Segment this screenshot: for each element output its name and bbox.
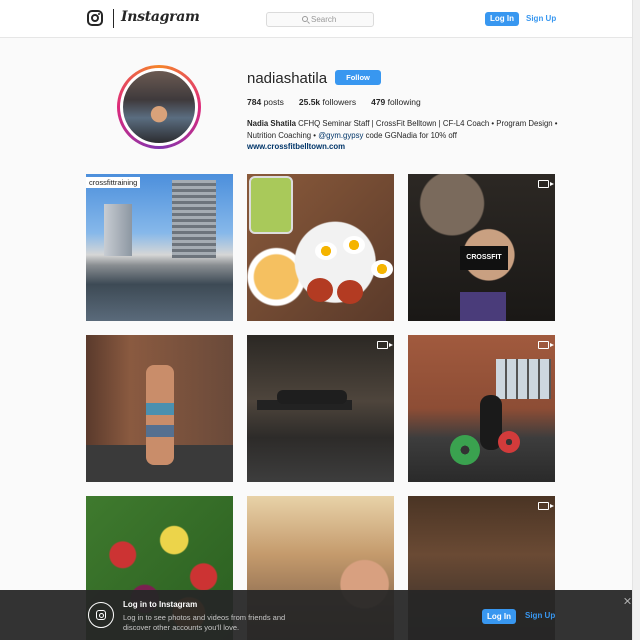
bio-mention-link[interactable]: @gym.gypsy bbox=[318, 131, 363, 140]
post-tile[interactable]: CROSSFIT bbox=[408, 174, 555, 321]
signup-link[interactable]: Sign Up bbox=[526, 13, 556, 25]
nav-divider bbox=[113, 9, 114, 28]
following-count: 479 bbox=[371, 97, 386, 107]
profile-bio: Nadia Shatila CFHQ Seminar Staff | Cross… bbox=[247, 118, 567, 141]
photo-detail bbox=[172, 180, 216, 258]
bio-name: Nadia Shatila bbox=[247, 119, 296, 128]
photo-detail bbox=[307, 278, 333, 302]
banner-signup-link[interactable]: Sign Up bbox=[525, 611, 555, 620]
profile-stats: 784 posts 25.5k followers 479 following bbox=[247, 97, 421, 107]
profile-website-link[interactable]: www.crossfitbelltown.com bbox=[247, 142, 345, 151]
photo-detail bbox=[496, 359, 551, 399]
login-button[interactable]: Log In bbox=[485, 12, 519, 26]
bio-text-2: code GGNadia for 10% off bbox=[363, 130, 457, 140]
post-tile[interactable] bbox=[247, 174, 394, 321]
banner-title: Log in to Instagram bbox=[123, 600, 198, 609]
profile-username: nadiashatila bbox=[247, 70, 328, 87]
photo-detail bbox=[249, 176, 293, 234]
search-icon bbox=[302, 16, 308, 22]
photo-detail bbox=[146, 365, 174, 465]
following-stat[interactable]: 479 following bbox=[371, 97, 421, 107]
followers-stat[interactable]: 25.5k followers bbox=[299, 97, 356, 107]
followers-label: followers bbox=[322, 97, 357, 107]
follow-button[interactable]: Follow bbox=[335, 70, 381, 85]
following-label: following bbox=[387, 97, 421, 107]
post-tile[interactable]: crossfittraining bbox=[86, 174, 233, 321]
instagram-wordmark[interactable]: Instagram bbox=[121, 9, 200, 25]
instagram-glyph-icon[interactable] bbox=[87, 10, 103, 26]
video-camera-icon bbox=[538, 502, 554, 510]
photo-detail bbox=[277, 390, 347, 404]
profile-avatar-ring[interactable] bbox=[117, 65, 201, 149]
close-icon[interactable] bbox=[624, 597, 632, 605]
photo-detail bbox=[337, 280, 363, 304]
instagram-circle-icon bbox=[88, 602, 114, 628]
post-tile[interactable] bbox=[408, 335, 555, 482]
photo-detail bbox=[498, 431, 520, 453]
video-camera-icon bbox=[538, 341, 554, 349]
posts-label: posts bbox=[263, 97, 284, 107]
page-scrollbar[interactable] bbox=[632, 0, 640, 640]
followers-count: 25.5k bbox=[298, 97, 321, 107]
post-tile[interactable] bbox=[86, 335, 233, 482]
banner-text: Log in to see photos and videos from fri… bbox=[123, 613, 286, 632]
photo-detail bbox=[460, 292, 506, 321]
search-placeholder: Search bbox=[311, 15, 337, 24]
photo-detail bbox=[104, 204, 132, 256]
posts-stat: 784 posts bbox=[247, 97, 284, 107]
post-caption-overlay: crossfittraining bbox=[86, 177, 141, 188]
search-input[interactable]: Search bbox=[266, 12, 374, 27]
video-camera-icon bbox=[377, 341, 393, 349]
top-nav-bar: Instagram Search Log In Sign Up bbox=[0, 0, 632, 38]
photo-detail bbox=[371, 260, 393, 278]
photo-detail bbox=[450, 435, 480, 465]
posts-count: 784 bbox=[247, 97, 262, 107]
post-tile[interactable] bbox=[247, 335, 394, 482]
photo-detail bbox=[315, 242, 337, 260]
instagram-glyph-icon bbox=[96, 610, 106, 620]
video-camera-icon bbox=[538, 180, 554, 188]
avatar bbox=[120, 68, 198, 146]
photo-detail bbox=[343, 236, 365, 254]
post-overlay-text: CROSSFIT bbox=[460, 246, 508, 270]
banner-login-button[interactable]: Log In bbox=[482, 609, 516, 624]
